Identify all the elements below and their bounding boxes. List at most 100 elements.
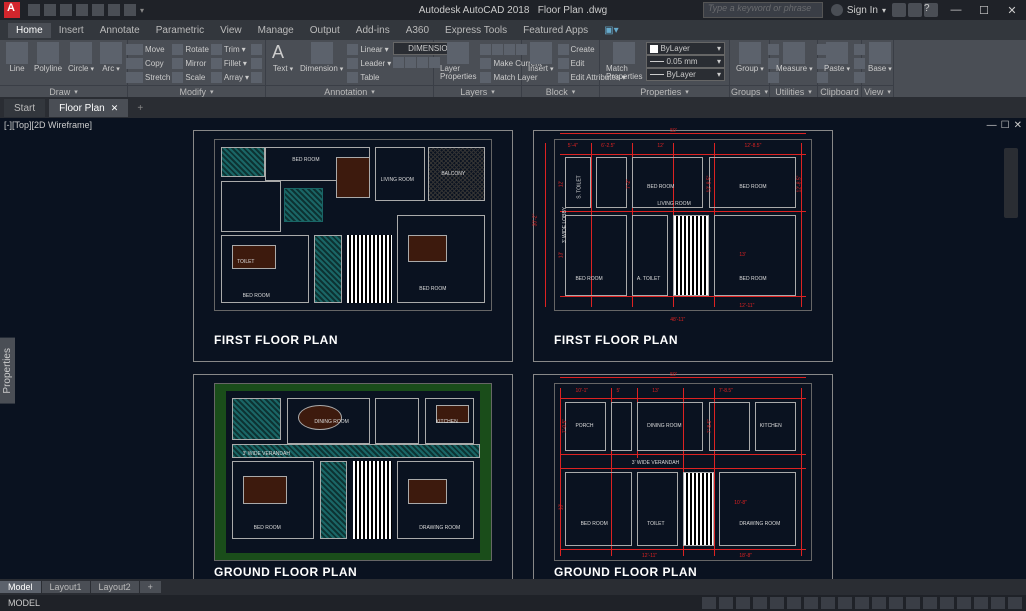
layer-off-icon[interactable] xyxy=(480,44,491,55)
panel-annotation-label[interactable]: Annotation xyxy=(266,85,433,97)
qprop-icon[interactable] xyxy=(923,597,937,609)
tab-parametric[interactable]: Parametric xyxy=(148,23,212,38)
panel-modify-label[interactable]: Modify xyxy=(128,85,265,97)
cleanscreen-icon[interactable] xyxy=(991,597,1005,609)
linear-button[interactable]: Linear▾ xyxy=(347,42,391,56)
line-button[interactable]: Line xyxy=(4,42,30,73)
tab-a360[interactable]: A360 xyxy=(398,23,437,38)
layout-tab-1[interactable]: Layout1 xyxy=(42,581,90,593)
anno-icon1[interactable] xyxy=(393,57,404,68)
exchange-icon[interactable] xyxy=(892,3,906,17)
vp-max-icon[interactable]: ☐ xyxy=(1001,120,1010,131)
panel-utilities-label[interactable]: Utilities xyxy=(770,85,817,97)
stay-connected-icon[interactable] xyxy=(908,3,922,17)
circle-button[interactable]: Circle xyxy=(66,42,96,73)
tab-express[interactable]: Express Tools xyxy=(437,23,515,38)
ortho-icon[interactable] xyxy=(736,597,750,609)
layout-tab-model[interactable]: Model xyxy=(0,581,41,593)
workspace-icon[interactable] xyxy=(872,597,886,609)
panel-clipboard-label[interactable]: Clipboard xyxy=(818,85,861,97)
grid-icon[interactable] xyxy=(702,597,716,609)
navigation-bar[interactable] xyxy=(1004,148,1018,218)
units-icon[interactable] xyxy=(906,597,920,609)
sheet-first-floor-dims[interactable]: 50' 30'-2" xyxy=(533,130,833,362)
panel-properties-label[interactable]: Properties xyxy=(600,85,729,97)
customize-icon[interactable] xyxy=(1008,597,1022,609)
viewport-label[interactable]: [-][Top][2D Wireframe] xyxy=(4,120,92,130)
minimize-button[interactable]: — xyxy=(942,1,970,19)
snap-icon[interactable] xyxy=(719,597,733,609)
signin-button[interactable]: Sign In▾ xyxy=(831,4,886,16)
vp-min-icon[interactable]: — xyxy=(987,120,997,131)
help-icon[interactable]: ? xyxy=(924,3,938,17)
polyline-button[interactable]: Polyline xyxy=(32,42,64,73)
base-button[interactable]: Base xyxy=(866,42,894,73)
table-button[interactable]: Table xyxy=(347,70,391,84)
arc-button[interactable]: Arc xyxy=(98,42,124,73)
sheet-ground-floor-dims[interactable]: 50' xyxy=(533,374,833,584)
lineweight-icon[interactable] xyxy=(804,597,818,609)
panel-draw-label[interactable]: Draw xyxy=(0,85,127,97)
modify-extra-2[interactable] xyxy=(251,56,262,70)
layer-lock-icon[interactable] xyxy=(504,44,515,55)
tab-home[interactable]: Home xyxy=(8,23,51,38)
layer-freeze-icon[interactable] xyxy=(492,44,503,55)
move-button[interactable]: Move xyxy=(132,42,170,56)
anno-icon3[interactable] xyxy=(417,57,428,68)
mirror-button[interactable]: Mirror xyxy=(172,56,209,70)
linetype-combo[interactable]: ByLayer▾ xyxy=(646,68,725,81)
tab-output[interactable]: Output xyxy=(302,23,348,38)
group-button[interactable]: Group xyxy=(734,42,766,73)
modify-extra-3[interactable] xyxy=(251,70,262,84)
array-button[interactable]: Array▾ xyxy=(211,70,249,84)
panel-layers-label[interactable]: Layers xyxy=(434,85,521,97)
measure-button[interactable]: Measure xyxy=(774,42,815,73)
modify-extra-1[interactable] xyxy=(251,42,262,56)
isolate-icon[interactable] xyxy=(957,597,971,609)
polar-icon[interactable] xyxy=(753,597,767,609)
layout-tab-add[interactable]: + xyxy=(140,581,161,593)
new-tab-button[interactable]: + xyxy=(132,103,148,114)
vp-close-icon[interactable]: ✕ xyxy=(1014,120,1022,131)
search-input[interactable]: Type a keyword or phrase xyxy=(703,2,823,18)
tab-insert[interactable]: Insert xyxy=(51,23,92,38)
doc-tab-floorplan[interactable]: Floor Plan✕ xyxy=(49,99,128,117)
tab-featured[interactable]: Featured Apps xyxy=(515,23,596,38)
otrack-icon[interactable] xyxy=(787,597,801,609)
annomonitor-icon[interactable] xyxy=(889,597,903,609)
lineweight-combo[interactable]: 0.05 mm▾ xyxy=(646,55,725,68)
stretch-button[interactable]: Stretch xyxy=(132,70,170,84)
fillet-button[interactable]: Fillet▾ xyxy=(211,56,249,70)
dimension-button[interactable]: Dimension xyxy=(298,42,345,73)
match-properties-button[interactable]: MatchProperties xyxy=(604,42,644,81)
saveas-icon[interactable] xyxy=(76,4,88,16)
app-menu-icon[interactable] xyxy=(4,2,20,18)
new-icon[interactable] xyxy=(28,4,40,16)
panel-block-label[interactable]: Block xyxy=(522,85,599,97)
sheet-first-floor-rendered[interactable]: TOILET BED ROOM LIVING ROOM BALCONY BED … xyxy=(193,130,513,362)
color-combo[interactable]: ByLayer▾ xyxy=(646,42,725,55)
copy-button[interactable]: Copy xyxy=(132,56,170,70)
plot-icon[interactable] xyxy=(92,4,104,16)
status-model[interactable]: MODEL xyxy=(8,598,40,608)
anno-icon2[interactable] xyxy=(405,57,416,68)
leader-button[interactable]: Leader▾ xyxy=(347,56,391,70)
tab-view[interactable]: View xyxy=(212,23,250,38)
insert-button[interactable]: Insert xyxy=(526,42,556,73)
tab-expand-icon[interactable]: ▣▾ xyxy=(596,23,626,38)
layout-tab-2[interactable]: Layout2 xyxy=(91,581,139,593)
layer-properties-button[interactable]: LayerProperties xyxy=(438,42,478,81)
annoscale-icon[interactable] xyxy=(855,597,869,609)
sheet-ground-floor-rendered[interactable]: DINING ROOM KITCHEN 3' WIDE VERANDAH BED… xyxy=(193,374,513,584)
undo-icon[interactable] xyxy=(108,4,120,16)
rotate-button[interactable]: Rotate xyxy=(172,42,209,56)
lock-ui-icon[interactable] xyxy=(940,597,954,609)
panel-groups-label[interactable]: Groups xyxy=(730,85,769,97)
panel-view-label[interactable]: View xyxy=(862,85,893,97)
redo-icon[interactable] xyxy=(124,4,136,16)
osnap-icon[interactable] xyxy=(770,597,784,609)
save-icon[interactable] xyxy=(60,4,72,16)
trim-button[interactable]: Trim▾ xyxy=(211,42,249,56)
doc-tab-start[interactable]: Start xyxy=(4,99,45,117)
paste-button[interactable]: Paste xyxy=(822,42,852,73)
